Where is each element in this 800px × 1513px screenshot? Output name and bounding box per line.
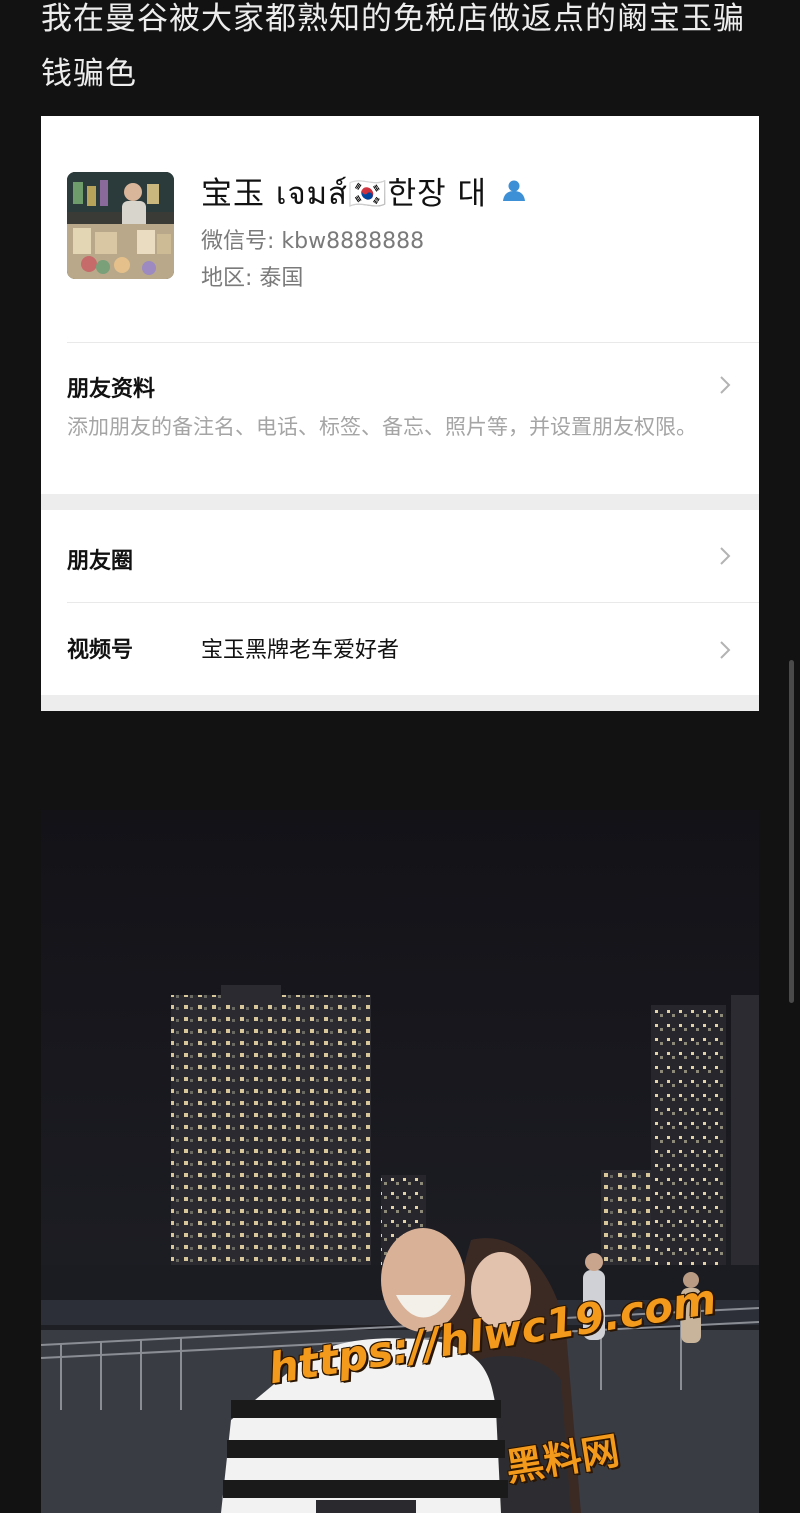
user-icon: [501, 179, 527, 207]
profile-header: 宝玉 เจมส์🇰🇷한장 대 微信号: kbw8888888 地区: 泰国: [41, 116, 759, 344]
section-gap: [41, 494, 759, 510]
night-city-photo: [41, 810, 759, 1513]
chevron-right-icon: [720, 376, 731, 394]
avatar[interactable]: [67, 172, 174, 279]
region: 地区: 泰国: [201, 266, 304, 291]
wechat-profile-card: 宝玉 เจมส์🇰🇷한장 대 微信号: kbw8888888 地区: 泰国 朋友…: [41, 116, 759, 711]
chevron-right-icon: [720, 547, 731, 565]
moments-title: 朋友圈: [67, 549, 134, 574]
scrollbar[interactable]: [789, 660, 794, 1003]
name-row: 宝玉 เจมส์🇰🇷한장 대: [201, 168, 527, 218]
post-title: 我在曼谷被大家都熟知的免税店做返点的阚宝玉骗钱骗色: [41, 1, 745, 92]
channels-title: 视频号: [67, 638, 134, 663]
friend-info-row[interactable]: 朋友资料 添加朋友的备注名、电话、标签、备忘、照片等，并设置朋友权限。: [41, 343, 759, 493]
profile-name: 宝玉 เจมส์🇰🇷한장 대: [201, 176, 487, 212]
friend-info-title: 朋友资料: [67, 377, 156, 402]
friend-info-description: 添加朋友的备注名、电话、标签、备忘、照片等，并设置朋友权限。: [67, 415, 697, 439]
moments-row[interactable]: 朋友圈: [41, 510, 759, 602]
channels-value: 宝玉黑牌老车爱好者: [201, 638, 400, 663]
section-gap: [41, 695, 759, 711]
wechat-id: 微信号: kbw8888888: [201, 229, 425, 254]
chevron-right-icon: [720, 641, 731, 659]
channels-row[interactable]: 视频号 宝玉黑牌老车爱好者: [41, 603, 759, 695]
